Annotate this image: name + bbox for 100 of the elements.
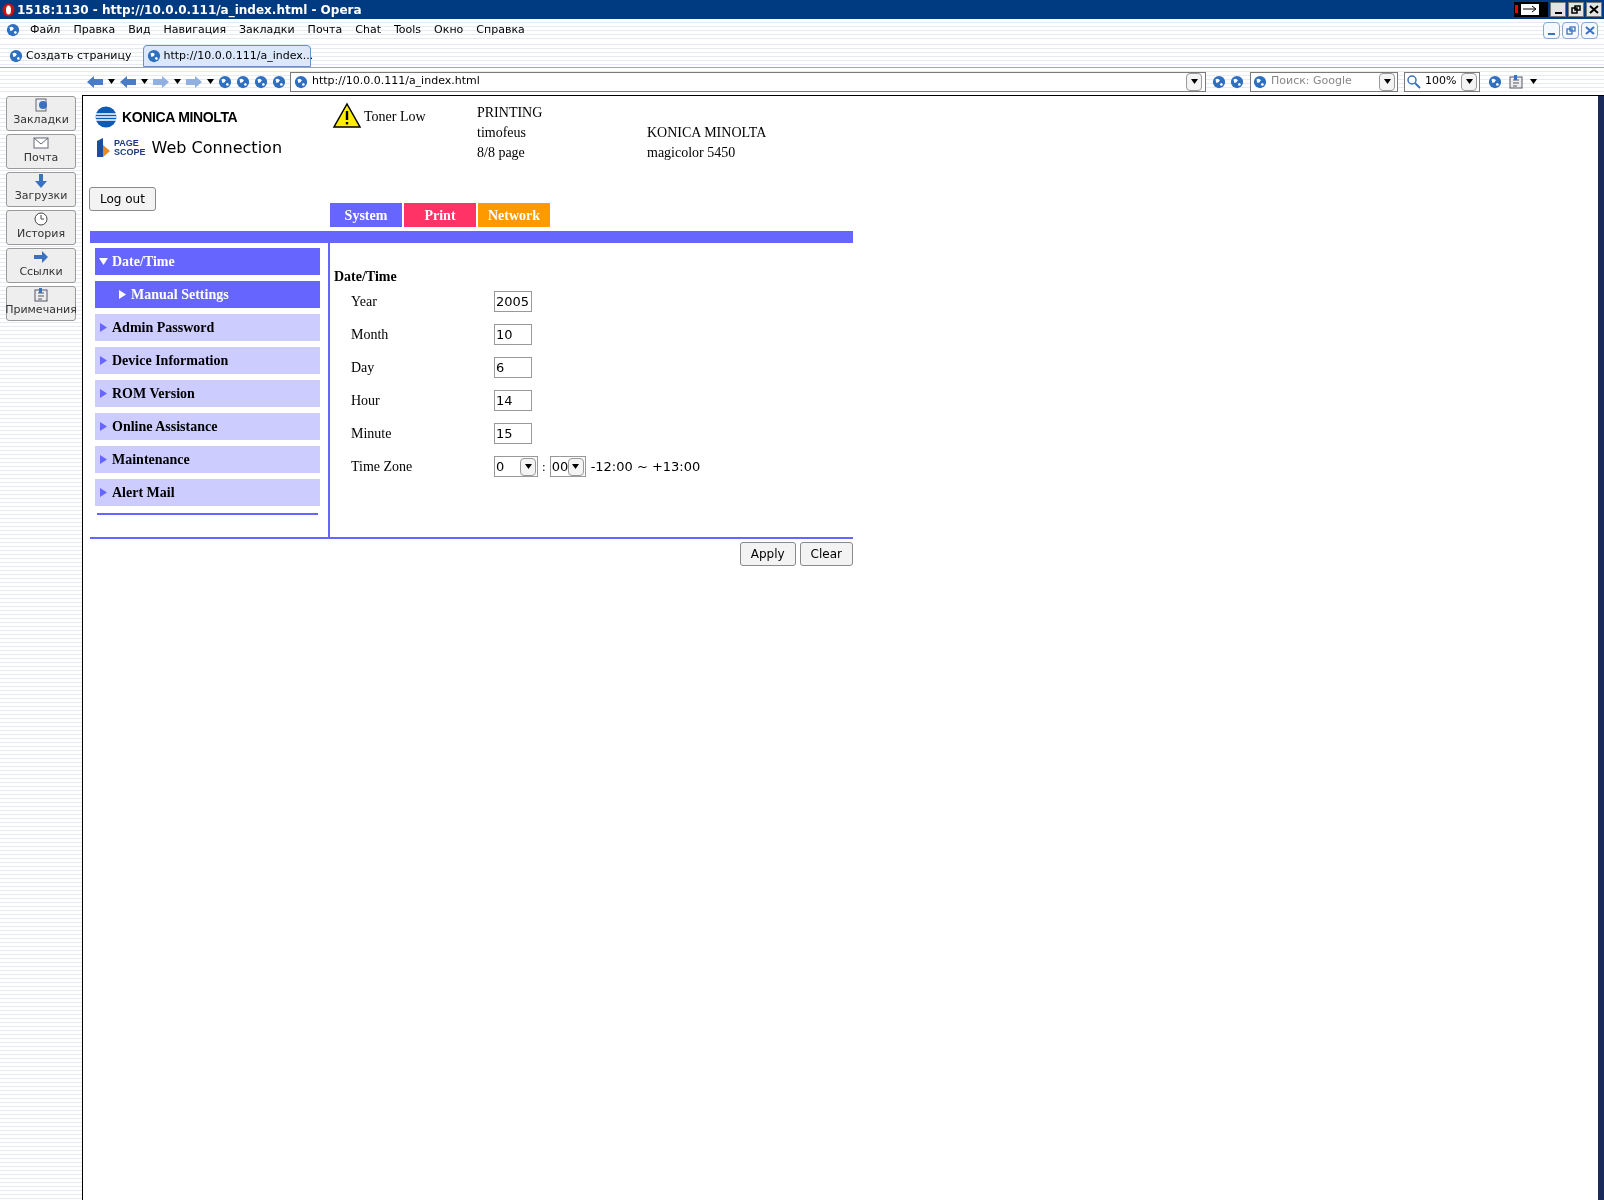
back-icon[interactable] [119, 74, 137, 89]
text-field[interactable]: 14 [494, 390, 532, 411]
menu-item[interactable]: Окно [434, 21, 464, 39]
browser-tab[interactable]: Создать страницу [6, 45, 135, 67]
category-tab[interactable]: System [330, 203, 402, 227]
field-label: Day [351, 359, 376, 377]
field-label: Month [351, 326, 390, 344]
panel-button[interactable]: Загрузки [6, 172, 76, 207]
minimize-icon [1554, 12, 1562, 14]
menu-item[interactable]: Tools [394, 21, 422, 39]
menu-item[interactable]: Навигация [163, 21, 226, 39]
close-button[interactable] [1586, 2, 1602, 17]
dropdown-button[interactable] [568, 457, 584, 476]
device-name: KONICA MINOLTA [647, 124, 767, 142]
brand-name: KONICA MINOLTA [122, 107, 238, 127]
logo-word: SCOPE [114, 148, 146, 157]
form-button[interactable]: Apply [739, 542, 796, 566]
minute-select[interactable]: 00 [549, 456, 586, 477]
text-field[interactable]: 10 [494, 324, 532, 345]
document-icon [33, 98, 49, 113]
pagescope-logo-icon [95, 137, 111, 159]
right-triangle-icon [99, 389, 108, 398]
text-field[interactable]: 6 [494, 357, 532, 378]
panel-button[interactable]: Закладки [6, 96, 76, 131]
page-close-button[interactable] [1581, 21, 1598, 39]
hour-select[interactable]: 0 [494, 456, 538, 477]
window-title: 1518:1130 - http://10.0.0.111/a_index.html - Opera [17, 1, 362, 19]
right-triangle-icon [99, 455, 108, 464]
dropdown-button[interactable] [520, 457, 536, 476]
menu-item[interactable]: Вид [128, 21, 151, 39]
browser-tab[interactable]: http://10.0.0.111/a_index... [142, 45, 311, 67]
logout-button[interactable]: Log out [89, 187, 156, 211]
panel-button[interactable]: Почта [6, 134, 76, 169]
sidebar-item[interactable]: ROM Version [95, 380, 320, 407]
menu-item[interactable]: Chat [355, 21, 381, 39]
panel-button[interactable]: Ссылки [6, 248, 76, 283]
sidebar-item[interactable]: Online Assistance [95, 413, 320, 440]
panel-button[interactable]: Примечания [6, 286, 76, 321]
field-label: Hour [351, 392, 381, 410]
close-icon [1589, 5, 1599, 14]
menu-item[interactable]: Почта [307, 21, 343, 39]
sidebar-item[interactable]: Maintenance [95, 446, 320, 473]
address-field[interactable]: http://10.0.0.111/a_index.html [290, 71, 1206, 92]
search-field[interactable]: Поиск: Google [1250, 71, 1398, 92]
caret-icon [1190, 79, 1198, 84]
right-triangle-icon [99, 422, 108, 431]
field-label: Time Zone [351, 458, 414, 476]
notes-icon [1508, 74, 1524, 89]
notes-icon [33, 288, 49, 303]
right-triangle-icon [118, 290, 127, 299]
sidebar-item[interactable]: Device Information [95, 347, 320, 374]
download-icon [33, 174, 49, 189]
magnifier-icon [1407, 74, 1421, 89]
caret-icon [1383, 79, 1391, 84]
logo-word: PAGE [114, 139, 140, 148]
caret-icon [207, 79, 214, 84]
text-field[interactable]: 15 [494, 423, 532, 444]
page-restore-button[interactable] [1562, 21, 1579, 39]
caret-icon [108, 79, 115, 84]
restore-icon [1565, 25, 1576, 35]
envelope-icon [33, 136, 49, 151]
product-name: Web Connection [151, 137, 282, 159]
browser-menu-icon [6, 23, 20, 37]
dropdown-button[interactable] [1379, 72, 1395, 91]
caret-icon [524, 464, 532, 469]
form-button[interactable]: Clear [799, 542, 853, 566]
down-triangle-icon [99, 257, 108, 266]
printer-status: PRINTING [477, 104, 544, 122]
text-field[interactable]: 2005 [494, 291, 532, 312]
minimize-button[interactable] [1550, 2, 1566, 17]
sidebar-subitem[interactable]: Manual Settings [95, 281, 320, 308]
dropdown-button[interactable] [1461, 72, 1477, 91]
toner-status: Toner Low [364, 108, 426, 126]
sidebar-item[interactable]: Alert Mail [95, 479, 320, 506]
sidebar-item[interactable]: Admin Password [95, 314, 320, 341]
caret-icon [141, 79, 148, 84]
arrow-icon [33, 250, 49, 265]
panel-button[interactable]: История [6, 210, 76, 245]
globe-icon [146, 49, 161, 63]
page-minimize-button[interactable] [1543, 21, 1560, 39]
field-label: Minute [351, 425, 393, 443]
menu-item[interactable]: Файл [30, 21, 61, 39]
globe-icon [294, 74, 308, 89]
menu-item[interactable]: Справка [476, 21, 525, 39]
menu-item[interactable]: Закладки [239, 21, 295, 39]
brand-logo-icon [95, 106, 117, 128]
zoom-field[interactable]: 100% [1404, 71, 1480, 92]
browser-logo-icon [2, 2, 15, 17]
form-title: Date/Time [334, 268, 398, 286]
restore-button[interactable] [1568, 2, 1584, 17]
dropdown-button[interactable] [1186, 72, 1202, 91]
category-tab[interactable]: Print [404, 203, 476, 227]
menu-item[interactable]: Правка [73, 21, 116, 39]
warning-icon [332, 102, 362, 130]
time-separator: : [542, 457, 546, 476]
right-triangle-icon [99, 356, 108, 365]
caret-icon [1465, 79, 1473, 84]
sidebar-item[interactable]: Date/Time [95, 248, 320, 275]
field-label: Year [351, 293, 378, 311]
caret-icon [572, 464, 580, 469]
